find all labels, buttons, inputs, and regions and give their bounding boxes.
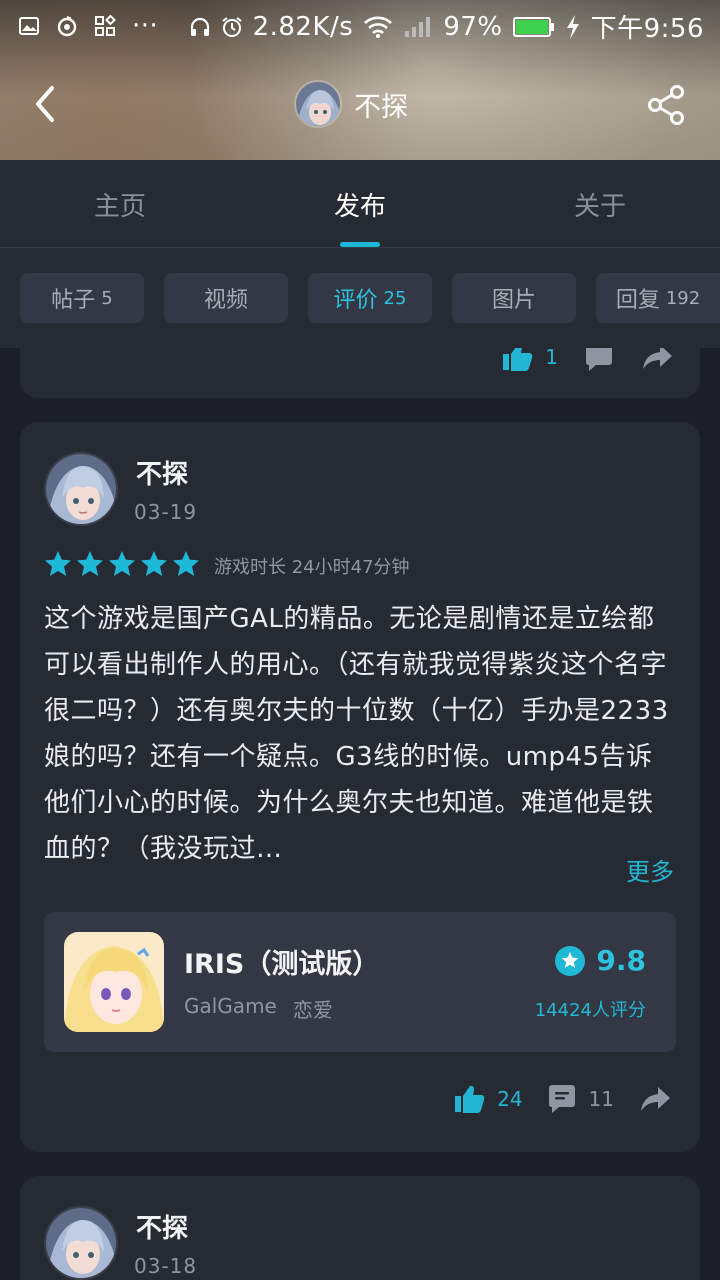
comment-button[interactable]: 11: [545, 1082, 614, 1116]
game-title[interactable]: IRIS（测试版）: [184, 942, 379, 981]
profile-header: ··· 2.82K/s 97% 下午9:56 不探: [0, 0, 720, 160]
nav-bar: 不探: [0, 60, 720, 150]
charging-icon: [566, 14, 579, 39]
avatar: [294, 80, 342, 128]
back-button[interactable]: [28, 82, 62, 126]
nav-user[interactable]: 不探: [294, 80, 408, 128]
battery-icon: [512, 16, 554, 37]
signal-icon: [405, 16, 431, 37]
sync-icon: [57, 15, 77, 37]
avatar[interactable]: [44, 1206, 118, 1280]
chip-reviews[interactable]: 评价 25: [308, 273, 432, 323]
overflow-dots: ···: [132, 11, 159, 41]
post-date: 03-19: [134, 500, 198, 524]
tab-home[interactable]: 主页: [0, 160, 240, 248]
like-count: 1: [545, 348, 558, 369]
wifi-icon: [364, 16, 393, 38]
share-arrow-icon[interactable]: [640, 348, 674, 374]
star-icon: [77, 551, 103, 576]
playtime: 游戏时长 24小时47分钟: [214, 557, 410, 578]
share-arrow-icon[interactable]: [636, 1082, 674, 1116]
review-card-next[interactable]: 不探 03-18: [20, 1176, 700, 1280]
chip-replies[interactable]: 回复 192: [596, 273, 720, 323]
filter-chips: 帖子 5 视频 评价 25 图片 回复 192: [0, 248, 720, 348]
avatar[interactable]: [44, 452, 118, 526]
star-icon: [45, 551, 71, 576]
clock: 下午9:56: [590, 14, 704, 44]
review-text[interactable]: 这个游戏是国产GAL的精品。无论是剧情还是立绘都可以看出制作人的用心。（还有就我…: [44, 596, 678, 872]
prev-actions: 1: [501, 348, 674, 374]
tab-indicator: [340, 242, 380, 247]
author-name[interactable]: 不探: [136, 454, 188, 491]
star-icon: [173, 551, 199, 576]
post-date: 03-18: [134, 1254, 198, 1278]
ratings-count: 14424人评分: [534, 1000, 646, 1021]
like-count: 24: [497, 1087, 523, 1111]
review-actions: 24 11: [453, 1082, 674, 1116]
chip-label: 视频: [203, 288, 248, 313]
apps-icon: [95, 15, 116, 36]
network-speed: 2.82K/s: [252, 11, 354, 42]
tab-about[interactable]: 关于: [480, 160, 720, 248]
game-tag: GalGame: [184, 994, 277, 1018]
score-value: 9.8: [596, 944, 646, 977]
battery-percent: 97%: [443, 11, 503, 42]
thumbs-up-icon: [503, 348, 533, 371]
star-icon: [141, 551, 167, 576]
comment-count: 11: [588, 1087, 614, 1111]
chip-label: 图片: [491, 288, 536, 313]
game-icon: [64, 932, 164, 1032]
chip-label: 帖子: [51, 288, 96, 313]
headphone-icon: [190, 17, 209, 36]
game-tag: 恋爱: [292, 998, 333, 1022]
share-icon[interactable]: [646, 84, 686, 126]
like-button[interactable]: 1: [501, 348, 558, 374]
review-card-previous: 1: [20, 348, 700, 398]
rating-stars: [44, 550, 200, 578]
more-link[interactable]: 更多: [626, 852, 674, 887]
comment-icon: [548, 1085, 575, 1113]
tab-posts[interactable]: 发布: [240, 160, 480, 248]
game-score: 9.8: [554, 944, 646, 977]
review-card[interactable]: 不探 03-19 游戏时长 24小时47分钟 这个游戏是国产GAL的精品。无论是…: [20, 422, 700, 1152]
game-tags: GalGame 恋爱: [184, 994, 333, 1023]
chip-label: 回复: [615, 288, 660, 313]
alarm-icon: [221, 16, 242, 37]
comment-icon[interactable]: [582, 348, 616, 374]
thumbs-up-icon: [455, 1085, 485, 1113]
chip-posts[interactable]: 帖子 5: [20, 273, 144, 323]
author-name[interactable]: 不探: [136, 1208, 188, 1245]
profile-tabs: 主页 发布 关于: [0, 160, 720, 248]
chip-count: 25: [383, 287, 407, 309]
chip-videos[interactable]: 视频: [164, 273, 288, 323]
chip-label: 评价: [333, 288, 378, 313]
game-card[interactable]: IRIS（测试版） GalGame 恋爱 9.8 14424人评分: [44, 912, 676, 1052]
chip-count: 5: [101, 287, 113, 309]
chip-count: 192: [665, 287, 701, 309]
like-button[interactable]: 24: [453, 1082, 523, 1116]
gallery-icon: [19, 17, 39, 35]
chip-images[interactable]: 图片: [452, 273, 576, 323]
score-star-icon: [555, 945, 586, 976]
nav-username: 不探: [354, 91, 408, 123]
star-icon: [109, 551, 135, 576]
status-bar: ··· 2.82K/s 97% 下午9:56: [0, 0, 720, 50]
